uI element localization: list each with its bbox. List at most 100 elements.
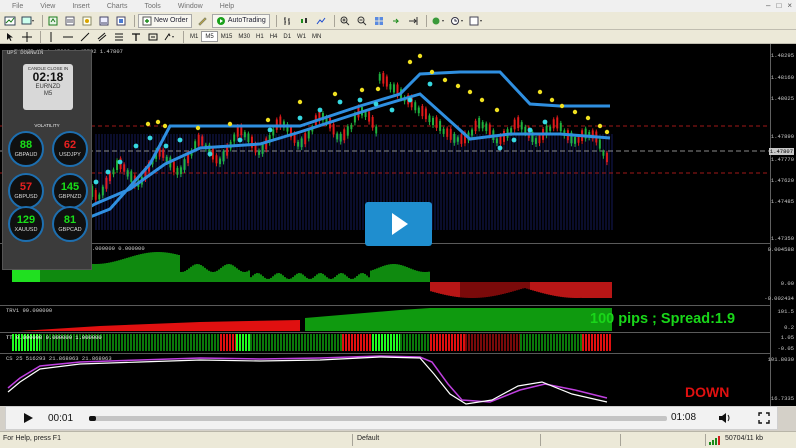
candle-countdown: 02:18 — [32, 70, 64, 84]
data-window-icon — [65, 16, 75, 25]
trwave-bar — [328, 278, 330, 282]
trwave-bar — [596, 282, 598, 298]
pane-separator[interactable] — [0, 305, 770, 306]
restore-icon[interactable]: □ — [776, 1, 781, 10]
timeframe-m5[interactable]: M5 — [201, 31, 218, 42]
line-chart-button[interactable] — [314, 14, 328, 28]
trwave-bar — [580, 282, 582, 298]
tt-bar — [190, 334, 192, 351]
text-icon — [132, 32, 140, 41]
trwave-bar — [364, 273, 366, 282]
new-chart-button[interactable] — [3, 14, 17, 28]
trwave-bar — [180, 271, 182, 282]
crosshair-button[interactable] — [20, 30, 34, 44]
navigator-button[interactable] — [80, 14, 94, 28]
fibonacci-button[interactable] — [112, 30, 126, 44]
candle-body — [343, 129, 346, 141]
tt-bar — [556, 334, 558, 351]
chart-window[interactable]: EURNZD,M5 1.47832 1.47792 1.47807 TRWave… — [0, 44, 796, 406]
strategy-tester-button[interactable] — [114, 14, 128, 28]
label-tool-button[interactable] — [146, 30, 160, 44]
pips-spread-text: 100 pips ; Spread:1.9 — [590, 311, 736, 327]
menu-view[interactable]: View — [32, 3, 64, 10]
trwave-bar — [186, 269, 188, 282]
data-window-button[interactable] — [63, 14, 77, 28]
menu-tools[interactable]: Tools — [136, 3, 169, 10]
arrows-button[interactable] — [163, 30, 177, 44]
chart-shift-button[interactable] — [406, 14, 420, 28]
trwave-bar — [166, 252, 168, 282]
pane-separator[interactable] — [0, 332, 770, 333]
timeframe-m1[interactable]: M1 — [187, 31, 201, 42]
tile-windows-button[interactable] — [372, 14, 386, 28]
candle-body — [382, 72, 385, 84]
minimize-icon[interactable]: – — [766, 1, 770, 10]
tt-bar — [609, 334, 611, 351]
metaeditor-button[interactable] — [195, 14, 209, 28]
zoom-out-button[interactable] — [355, 14, 369, 28]
trwave-bar — [288, 278, 290, 282]
chart-shift-icon — [408, 16, 418, 25]
tt-bar — [121, 334, 123, 351]
timeframe-mn[interactable]: MN — [309, 31, 324, 42]
tt-bar — [112, 334, 114, 351]
fullscreen-icon[interactable] — [758, 412, 770, 424]
pane-separator[interactable] — [0, 353, 770, 354]
menu-charts[interactable]: Charts — [99, 3, 137, 10]
trwave-bar — [300, 273, 302, 282]
candlestick-button[interactable] — [297, 14, 311, 28]
timeframe-h1[interactable]: H1 — [253, 31, 267, 42]
timeframe-m30[interactable]: M30 — [235, 31, 253, 42]
tt-bar — [145, 334, 147, 351]
menu-file[interactable]: File — [4, 3, 32, 10]
autotrading-button[interactable]: AutoTrading — [211, 13, 270, 28]
trwave-bar — [602, 282, 604, 298]
trwave-bar — [384, 265, 386, 282]
trwave-bar — [546, 282, 548, 295]
text-tool-button[interactable] — [129, 30, 143, 44]
trwave-bar — [16, 270, 18, 282]
volume-icon[interactable] — [718, 412, 732, 424]
trwave-bar — [468, 282, 470, 298]
timeframe-d1[interactable]: D1 — [280, 31, 294, 42]
candle-body — [456, 137, 459, 142]
psar-dot — [265, 117, 271, 123]
timeframe-w1[interactable]: W1 — [294, 31, 309, 42]
menu-window[interactable]: Window — [170, 3, 212, 10]
play-icon[interactable] — [22, 412, 34, 424]
zoom-in-button[interactable] — [338, 14, 352, 28]
close-icon[interactable]: × — [787, 1, 792, 10]
vertical-line-button[interactable] — [44, 30, 58, 44]
video-play-overlay-button[interactable] — [365, 202, 432, 246]
trwave-bar — [178, 254, 180, 282]
market-watch-button[interactable] — [46, 14, 60, 28]
price-axis[interactable]: 1.48295 1.48160 1.48025 1.47890 1.47807 … — [764, 44, 796, 406]
trwave-pane — [12, 252, 612, 298]
bar-chart-button[interactable] — [280, 14, 294, 28]
trwave-bar — [524, 282, 526, 289]
trwave-bar — [488, 282, 490, 297]
trwave-bar — [540, 282, 542, 293]
tt-bar — [526, 334, 528, 351]
psar-dot — [442, 77, 448, 83]
trwave-bar — [154, 252, 156, 282]
periods-button[interactable] — [449, 14, 465, 28]
autoscroll-button[interactable] — [389, 14, 403, 28]
terminal-button[interactable] — [97, 14, 111, 28]
horizontal-line-button[interactable] — [61, 30, 75, 44]
trv1-pane — [20, 308, 612, 331]
video-progress-bar[interactable] — [89, 416, 667, 421]
timeframe-m15[interactable]: M15 — [218, 31, 236, 42]
indicators-button[interactable] — [430, 14, 446, 28]
tt-bar — [342, 334, 344, 351]
tt-bar — [562, 334, 564, 351]
new-order-button[interactable]: New Order — [138, 13, 192, 28]
profiles-button[interactable] — [20, 14, 36, 28]
cursor-button[interactable] — [3, 30, 17, 44]
channel-button[interactable] — [95, 30, 109, 44]
menu-insert[interactable]: Insert — [64, 3, 99, 10]
timeframe-h4[interactable]: H4 — [267, 31, 281, 42]
trendline-button[interactable] — [78, 30, 92, 44]
templates-button[interactable] — [468, 14, 484, 28]
menu-help[interactable]: Help — [212, 3, 243, 10]
